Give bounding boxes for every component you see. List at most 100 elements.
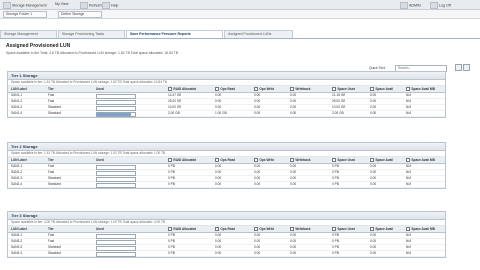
checkbox-icon[interactable] [332, 86, 337, 92]
table-cell: 0.00 [215, 176, 222, 180]
tab-storage-management[interactable]: Storage Management [0, 30, 57, 38]
lun-label[interactable]: SAN3-2 [11, 239, 22, 244]
tab-performance-reports[interactable]: Save Performance Pressure Reports [126, 30, 223, 38]
filter-icon[interactable] [455, 64, 462, 71]
column-header[interactable]: Space Avail MB [406, 86, 435, 92]
lun-label[interactable]: SAN1-2 [11, 99, 22, 104]
export-icon[interactable] [463, 64, 470, 71]
table-cell: 0.00 [370, 164, 377, 168]
checkbox-icon[interactable] [168, 86, 173, 92]
column-header[interactable]: Ops Write [254, 86, 274, 92]
column-header[interactable]: Ops Read [215, 226, 235, 232]
lun-label[interactable]: SAN2-2 [11, 170, 22, 175]
column-header-label: RAID Allocated [173, 87, 197, 91]
column-header[interactable]: Writeback [290, 157, 311, 163]
checkbox-icon[interactable] [254, 226, 259, 232]
column-header[interactable]: RAID Allocated [168, 226, 196, 232]
column-header[interactable]: Space Avail MB [406, 226, 435, 232]
table-row[interactable]: SAN1-4 Standard 2.00 GB 1.00 GB 0.00 0.00 2.00… [8, 111, 445, 117]
lun-label[interactable]: SAN2-3 [11, 176, 22, 181]
lun-label[interactable]: SAN3-3 [11, 245, 22, 250]
column-header[interactable]: RAID Allocated [168, 157, 196, 163]
checkbox-icon[interactable] [370, 226, 375, 232]
lun-label[interactable]: SAN3-4 [11, 251, 22, 256]
column-header[interactable]: Writeback [290, 226, 311, 232]
lun-label[interactable]: SAN2-1 [11, 164, 22, 169]
top-menu-bar: Storage Management My View Refresh Help … [0, 0, 480, 10]
table-cell: 0.00 [215, 251, 222, 255]
checkbox-icon[interactable] [168, 226, 173, 232]
define-storage-button[interactable]: Define Storage [58, 11, 102, 18]
column-header[interactable]: Used [96, 157, 104, 163]
checkbox-icon[interactable] [290, 226, 295, 232]
section-title[interactable]: Tier 3 Storage [8, 212, 445, 220]
column-header[interactable]: Space Used [332, 86, 355, 92]
column-header[interactable]: Ops Write [254, 157, 274, 163]
logoff-label: Log Off [439, 3, 451, 8]
help-button[interactable]: Help [102, 2, 118, 9]
help-icon [102, 2, 110, 9]
table-cell: N/A [406, 170, 412, 174]
column-header[interactable]: LUN Label [11, 226, 27, 232]
checkbox-icon[interactable] [406, 226, 411, 232]
column-header[interactable]: LUN Label [11, 86, 27, 92]
table-cell: 0.00 [254, 245, 261, 249]
column-header[interactable]: Space Avail [370, 86, 393, 92]
checkbox-icon[interactable] [168, 157, 173, 163]
checkbox-icon[interactable] [332, 226, 337, 232]
section-title[interactable]: Tier 1 Storage [8, 72, 445, 80]
checkbox-icon[interactable] [370, 86, 375, 92]
table-row[interactable]: SAN2-4 Standard 0 PB 0.00 0.00 0.00 0 PB 0.00 N/… [8, 182, 445, 188]
define-storage-label: Define Storage [61, 12, 85, 16]
column-header[interactable]: Used [96, 226, 104, 232]
checkbox-icon[interactable] [215, 157, 220, 163]
table-cell: 0.00 [290, 170, 297, 174]
column-header[interactable]: LUN Label [11, 157, 27, 163]
storage-folder-button[interactable]: Storage Folder 1 [3, 11, 47, 18]
column-header[interactable]: Tier [48, 226, 54, 232]
section-title[interactable]: Tier 2 Storage [8, 143, 445, 151]
column-header[interactable]: Used [96, 86, 104, 92]
checkbox-icon[interactable] [406, 86, 411, 92]
table-cell: Fast [48, 170, 55, 174]
tab-assigned-luns[interactable]: Assigned Provisioned LUNs [224, 30, 293, 38]
column-header[interactable]: Writeback [290, 86, 311, 92]
view-menu[interactable]: My View [55, 2, 69, 6]
table-row[interactable]: SAN3-4 Standard 0 PB 0.00 0.00 0.00 0 PB 0.00 N/… [8, 251, 445, 257]
usage-bar [96, 112, 136, 117]
logoff-icon [430, 2, 438, 9]
checkbox-icon[interactable] [290, 157, 295, 163]
column-header[interactable]: Tier [48, 157, 54, 163]
checkbox-icon[interactable] [215, 226, 220, 232]
checkbox-icon[interactable] [215, 86, 220, 92]
table-cell: N/A [406, 251, 412, 255]
column-header[interactable]: Tier [48, 86, 54, 92]
column-header[interactable]: Space Used [332, 226, 355, 232]
lun-label[interactable]: SAN3-1 [11, 233, 22, 238]
lun-label[interactable]: SAN1-4 [11, 111, 22, 116]
lun-label[interactable]: SAN1-3 [11, 105, 22, 110]
lun-label[interactable]: SAN2-4 [11, 182, 22, 187]
logoff-button[interactable]: Log Off [430, 2, 451, 9]
column-header[interactable]: Ops Read [215, 86, 235, 92]
table-cell: 0.00 [215, 99, 222, 103]
column-header[interactable]: Space Avail [370, 226, 393, 232]
column-header[interactable]: RAID Allocated [168, 86, 196, 92]
checkbox-icon[interactable] [254, 86, 259, 92]
checkbox-icon[interactable] [332, 157, 337, 163]
checkbox-icon[interactable] [406, 157, 411, 163]
checkbox-icon[interactable] [370, 157, 375, 163]
column-header[interactable]: Space Used [332, 157, 355, 163]
lun-label[interactable]: SAN1-1 [11, 93, 22, 98]
column-header[interactable]: Ops Write [254, 226, 274, 232]
checkbox-icon[interactable] [290, 86, 295, 92]
user-menu[interactable]: ADMIN [400, 2, 421, 9]
checkbox-icon[interactable] [254, 157, 259, 163]
tab-provisioning-tasks[interactable]: Storage Provisioning Tasks [58, 30, 125, 38]
storage-menu[interactable]: Storage Management [3, 2, 47, 9]
column-header[interactable]: Space Avail MB [406, 157, 435, 163]
view-menu-label: My View [55, 2, 69, 6]
refresh-button[interactable]: Refresh [80, 2, 102, 9]
column-header[interactable]: Ops Read [215, 157, 235, 163]
column-header[interactable]: Space Avail [370, 157, 393, 163]
